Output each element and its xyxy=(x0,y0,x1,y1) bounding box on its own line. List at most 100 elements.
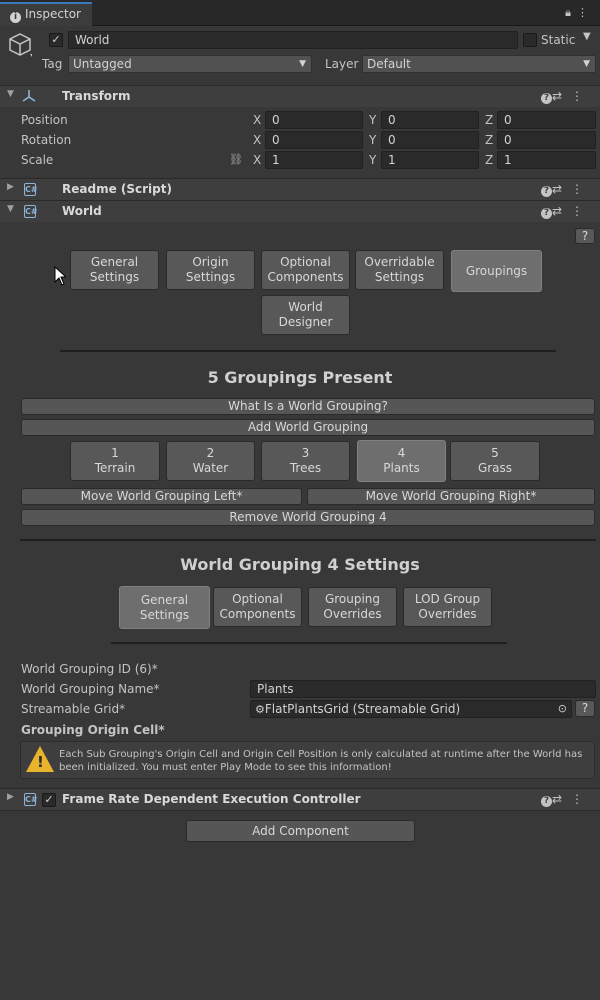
tab-optional-components[interactable]: Optional Components xyxy=(261,250,350,290)
tab-general-settings[interactable]: General Settings xyxy=(70,250,159,290)
subtab-optional-components[interactable]: Optional Components xyxy=(213,587,302,627)
remove-grouping-button[interactable]: Remove World Grouping 4 xyxy=(21,509,595,526)
grouping-button-water[interactable]: 2 Water xyxy=(166,441,255,481)
streamable-grid-field[interactable]: ⚙FlatPlantsGrid (Streamable Grid) ⊙ xyxy=(250,700,572,718)
presets-icon[interactable]: ⇄ xyxy=(552,792,571,806)
lock-icon[interactable]: 🔒︎ xyxy=(565,6,577,19)
foldout-expanded-icon[interactable]: ▼ xyxy=(7,204,14,214)
tab-inspector[interactable]: i Inspector xyxy=(0,2,92,26)
help-icon[interactable]: ? xyxy=(540,93,552,104)
tag-dropdown[interactable]: Untagged ▼ xyxy=(68,55,312,73)
grouping-button-trees[interactable]: 3 Trees xyxy=(261,441,350,481)
transform-icon xyxy=(22,89,36,106)
help-icon[interactable]: ? xyxy=(540,796,552,807)
axis-x-label[interactable]: X xyxy=(253,113,261,127)
static-label: Static xyxy=(541,33,576,47)
component-controls: ? ⇄⋮ xyxy=(540,182,592,197)
presets-icon[interactable]: ⇄ xyxy=(552,89,571,103)
component-controls: ? ⇄⋮ xyxy=(540,204,592,219)
object-picker-icon[interactable]: ⊙ xyxy=(558,701,567,717)
groupings-heading: 5 Groupings Present xyxy=(207,368,393,387)
rotation-x-field[interactable]: 0 xyxy=(265,131,363,149)
foldout-expanded-icon[interactable]: ▼ xyxy=(7,89,14,99)
world-title: World xyxy=(62,204,102,218)
add-world-grouping-button[interactable]: Add World Grouping xyxy=(21,419,595,436)
world-header[interactable]: ▼ C# World ? ⇄⋮ xyxy=(0,200,600,222)
static-dropdown-icon[interactable]: ▼ xyxy=(583,31,591,42)
transform-title: Transform xyxy=(62,89,131,103)
tab-groupings[interactable]: Groupings xyxy=(451,250,542,292)
divider xyxy=(0,810,600,811)
axis-y-label[interactable]: Y xyxy=(369,133,376,147)
context-menu-icon[interactable]: ⋮ xyxy=(571,792,592,806)
grouping-id-label: World Grouping ID (6)* xyxy=(21,662,158,676)
position-x-field[interactable]: 0 xyxy=(265,111,363,129)
presets-icon[interactable]: ⇄ xyxy=(552,204,571,218)
help-icon[interactable]: ? xyxy=(540,208,552,219)
context-menu-icon[interactable]: ⋮ xyxy=(571,204,592,218)
grouping-origin-cell-label: Grouping Origin Cell* xyxy=(21,723,165,737)
help-icon[interactable]: ? xyxy=(540,186,552,197)
component-enabled-checkbox[interactable]: ✓ xyxy=(42,793,56,807)
static-checkbox[interactable] xyxy=(523,33,537,47)
position-z-field[interactable]: 0 xyxy=(497,111,596,129)
subtab-lod-group-overrides[interactable]: LOD Group Overrides xyxy=(403,587,492,627)
context-menu-icon[interactable]: ⋮ xyxy=(571,89,592,103)
tab-origin-settings[interactable]: Origin Settings xyxy=(166,250,255,290)
object-name-field[interactable]: World xyxy=(68,31,518,49)
move-grouping-left-button[interactable]: Move World Grouping Left* xyxy=(21,488,302,505)
tab-world-designer[interactable]: World Designer xyxy=(261,295,350,335)
component-controls: ? ⇄⋮ xyxy=(540,89,592,104)
add-component-button[interactable]: Add Component xyxy=(186,820,415,842)
axis-z-label[interactable]: Z xyxy=(485,113,493,127)
axis-y-label[interactable]: Y xyxy=(369,153,376,167)
axis-y-label[interactable]: Y xyxy=(369,113,376,127)
grouping-name-field[interactable]: Plants xyxy=(250,680,596,698)
frame-rate-controller-header[interactable]: ▶ C# ✓ Frame Rate Dependent Execution Co… xyxy=(0,788,600,810)
what-is-grouping-button[interactable]: What Is a World Grouping? xyxy=(21,398,595,415)
constrain-proportions-icon[interactable]: ⛓︎ xyxy=(229,153,243,166)
grouping-button-terrain[interactable]: 1 Terrain xyxy=(70,441,160,481)
scale-x-field[interactable]: 1 xyxy=(265,151,363,169)
axis-z-label[interactable]: Z xyxy=(485,133,493,147)
axis-x-label[interactable]: X xyxy=(253,153,261,167)
transform-header[interactable]: ▼ Transform ? ⇄⋮ xyxy=(0,85,600,107)
tab-controls: 🔒︎⋮ xyxy=(565,6,594,20)
foldout-collapsed-icon[interactable]: ▶ xyxy=(7,182,14,192)
grouping-button-plants[interactable]: 4 Plants xyxy=(357,440,446,482)
tab-bar: i Inspector 🔒︎⋮ xyxy=(0,0,600,26)
mouse-cursor-icon xyxy=(54,265,68,289)
position-y-field[interactable]: 0 xyxy=(381,111,479,129)
script-icon: C# xyxy=(24,205,38,218)
readme-header[interactable]: ▶ C# Readme (Script) ? ⇄⋮ xyxy=(0,178,600,200)
presets-icon[interactable]: ⇄ xyxy=(552,182,571,196)
grouping-button-grass[interactable]: 5 Grass xyxy=(450,441,540,481)
rotation-y-field[interactable]: 0 xyxy=(381,131,479,149)
foldout-collapsed-icon[interactable]: ▶ xyxy=(7,792,14,802)
active-checkbox[interactable]: ✓ xyxy=(49,33,63,47)
streamable-grid-help-button[interactable]: ? xyxy=(575,700,595,717)
menu-icon[interactable]: ⋮ xyxy=(577,6,594,19)
divider xyxy=(20,539,596,541)
scale-z-field[interactable]: 1 xyxy=(497,151,596,169)
context-menu-icon[interactable]: ⋮ xyxy=(571,182,592,196)
scale-y-field[interactable]: 1 xyxy=(381,151,479,169)
move-grouping-right-button[interactable]: Move World Grouping Right* xyxy=(307,488,595,505)
position-label: Position xyxy=(21,113,68,127)
subtab-grouping-overrides[interactable]: Grouping Overrides xyxy=(308,587,397,627)
warning-message: Each Sub Grouping's Origin Cell and Orig… xyxy=(59,749,583,773)
subtab-general-settings[interactable]: General Settings xyxy=(119,586,210,629)
readme-title: Readme (Script) xyxy=(62,182,172,196)
axis-z-label[interactable]: Z xyxy=(485,153,493,167)
chevron-down-icon: ▼ xyxy=(583,59,590,69)
layer-dropdown[interactable]: Default ▼ xyxy=(362,55,596,73)
tab-overridable-settings[interactable]: Overridable Settings xyxy=(355,250,444,290)
axis-x-label[interactable]: X xyxy=(253,133,261,147)
grouping-settings-heading: World Grouping 4 Settings xyxy=(180,555,420,574)
script-icon: C# xyxy=(24,793,38,806)
world-help-button[interactable]: ? xyxy=(575,228,595,244)
rotation-z-field[interactable]: 0 xyxy=(497,131,596,149)
component-controls: ? ⇄⋮ xyxy=(540,792,592,807)
tag-label: Tag xyxy=(42,57,63,71)
scale-label: Scale xyxy=(21,153,54,167)
